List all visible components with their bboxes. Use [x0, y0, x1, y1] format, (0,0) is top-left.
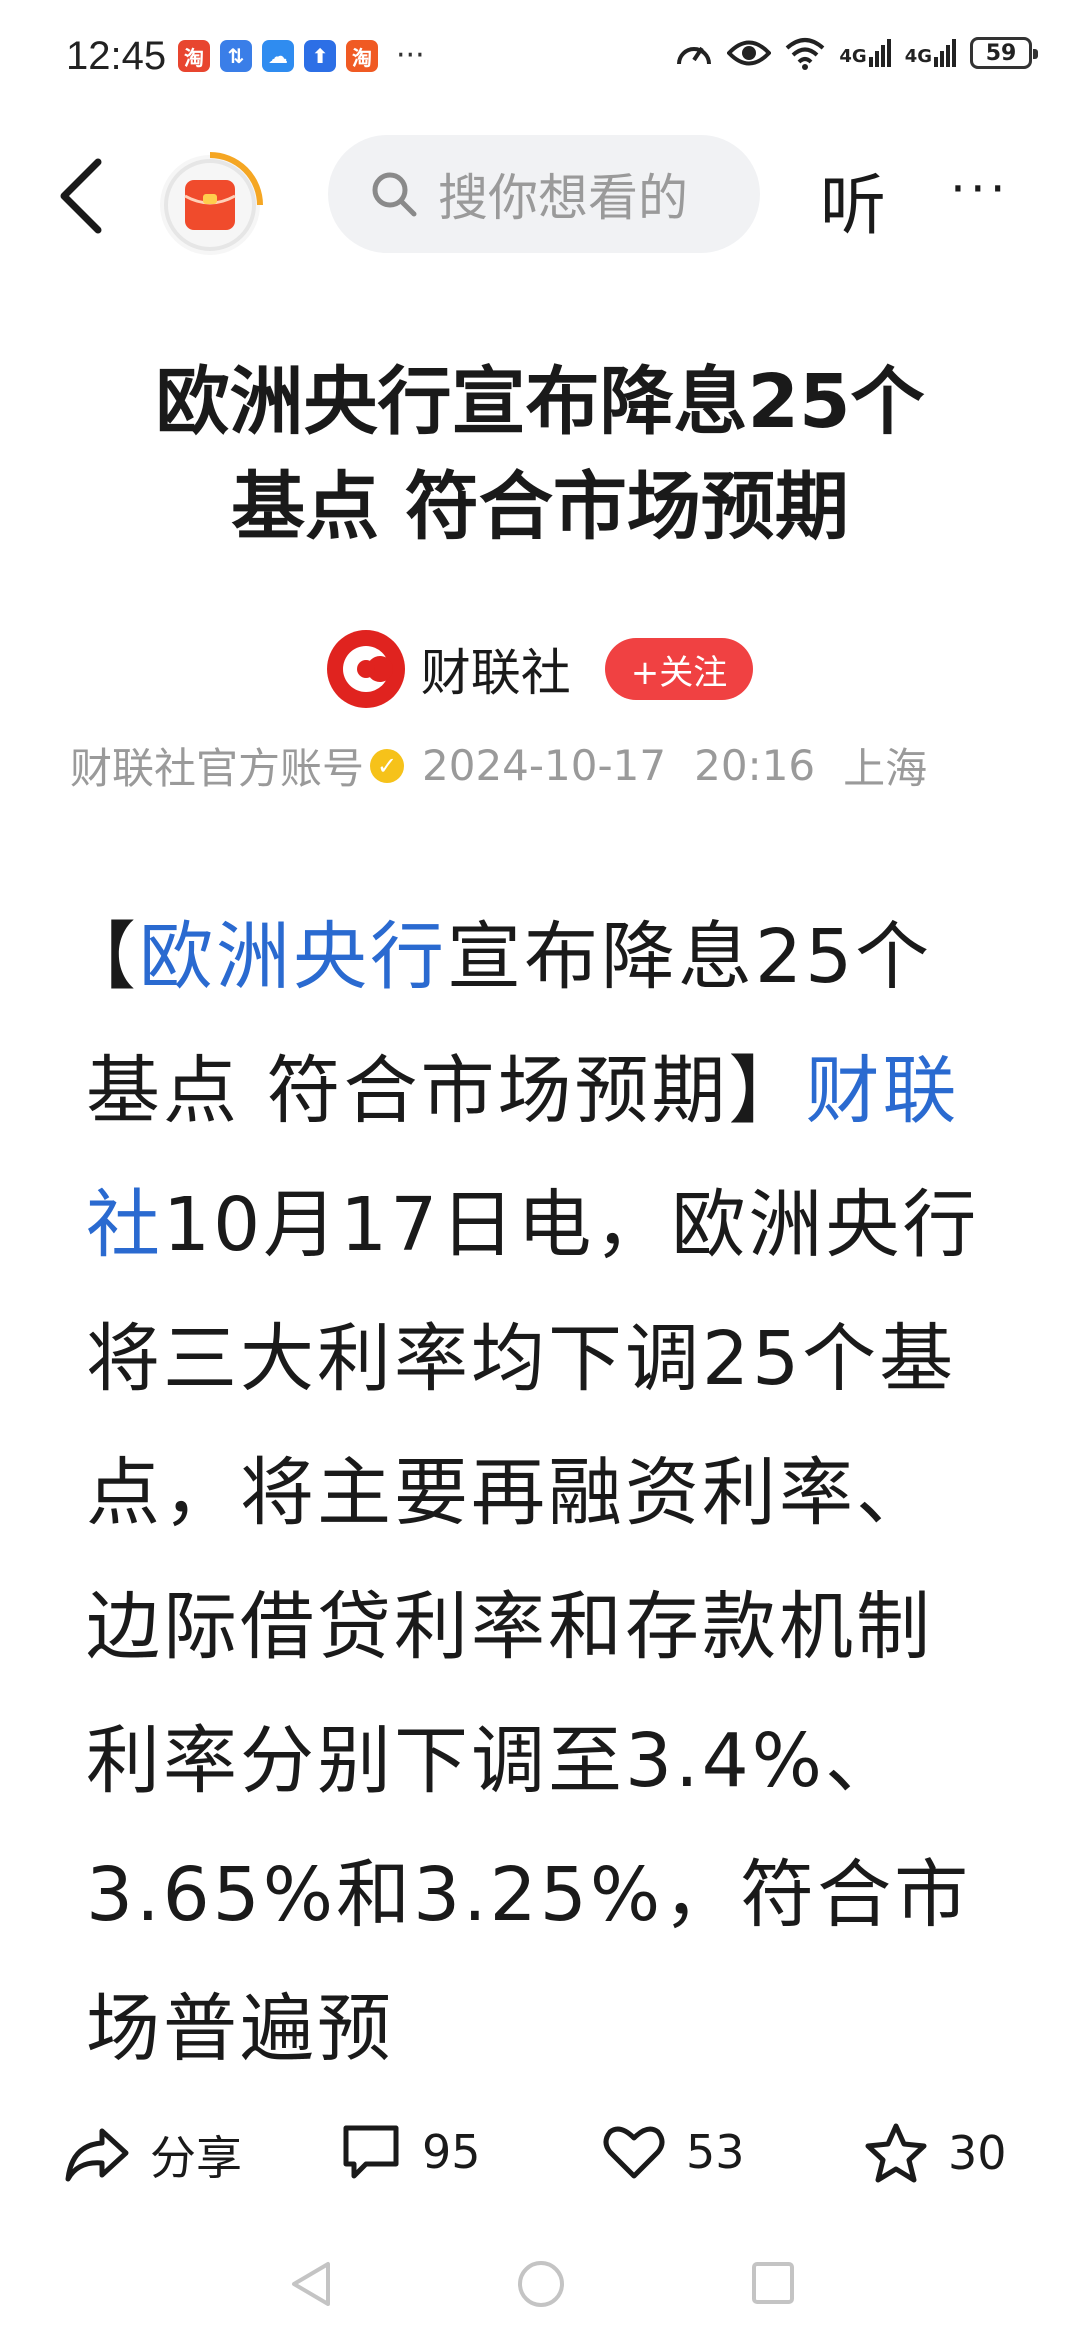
search-placeholder: 搜你想看的: [438, 169, 688, 227]
favorite-button[interactable]: 30: [864, 2122, 1007, 2184]
square-recents-icon: [752, 2262, 794, 2304]
signal-icon-1: 4G: [839, 39, 891, 67]
red-packet-button[interactable]: [155, 150, 265, 260]
system-home-button[interactable]: [515, 2258, 567, 2314]
author-name[interactable]: 财联社: [421, 633, 571, 705]
topic-link-ecb[interactable]: 欧洲央行: [139, 914, 447, 1000]
taobao-icon: 淘: [346, 40, 378, 72]
favorite-count: 30: [948, 2126, 1007, 2180]
status-more-icon: ···: [396, 38, 425, 73]
publish-date: 2024-10-17: [422, 741, 667, 790]
network-type-1: 4G: [839, 46, 867, 67]
battery-level: 59: [985, 40, 1017, 66]
listen-button[interactable]: 听: [820, 152, 886, 248]
comment-count: 95: [422, 2125, 481, 2179]
status-indicators: 4G 4G 59: [675, 36, 1038, 70]
signal-icon-2: 4G: [905, 39, 956, 67]
more-options-button[interactable]: ···: [950, 160, 1010, 218]
account-label: 财联社官方账号: [70, 744, 365, 793]
system-back-button[interactable]: [286, 2258, 336, 2314]
system-nav-bar: [0, 2240, 1080, 2340]
network-type-2: 4G: [904, 46, 932, 67]
follow-button[interactable]: +关注: [604, 638, 754, 700]
comment-icon: [343, 2125, 399, 2179]
status-app-icons: 淘 ⇅ ☁ ⬆ 淘 ···: [178, 40, 425, 72]
body-paragraph: 【欧洲央行宣布降息25个基点 符合市场预期】财联社10月17日电，欧洲央行将三大…: [62, 890, 1006, 2096]
search-icon: [372, 172, 417, 217]
publish-location: 上海: [843, 744, 928, 793]
verified-icon: ✓: [370, 748, 405, 783]
speed-gauge-icon: [677, 46, 712, 65]
title-line-2: 基点 符合市场预期: [231, 464, 849, 550]
share-icon: [65, 2128, 129, 2182]
action-bar: 分享 95 53 30: [0, 2110, 1080, 2210]
share-label: 分享: [150, 2131, 242, 2185]
status-bar: 12:45 淘 ⇅ ☁ ⬆ 淘 ··· 4G 4G 59: [0, 0, 1080, 120]
article-body: 【欧洲央行宣布降息25个基点 符合市场预期】财联社10月17日电，欧洲央行将三大…: [62, 890, 1006, 2096]
share-button[interactable]: 分享: [64, 2122, 242, 2188]
nav-bar: 搜你想看的 听 ···: [0, 130, 1080, 260]
red-packet-icon: [160, 152, 263, 255]
triangle-back-icon: [292, 2262, 330, 2306]
like-button[interactable]: 53: [602, 2122, 745, 2182]
status-time: 12:45: [66, 34, 167, 78]
body-text: 10月17日电，欧洲央行将三大利率均下调25个基点，将主要再融资利率、边际借贷利…: [86, 1182, 980, 2072]
open-bracket: 【: [62, 914, 139, 1000]
wifi-icon: [786, 38, 825, 70]
transfer-app-icon: ⇅: [220, 40, 252, 72]
author-row: 财联社 +关注: [0, 630, 1080, 708]
like-count: 53: [686, 2125, 745, 2179]
article-meta: 财联社官方账号 ✓ 2024-10-17 20:16 上海: [70, 735, 927, 796]
cloud-app-icon: ☁: [262, 40, 294, 72]
back-arrow-icon: [60, 158, 102, 234]
search-input[interactable]: 搜你想看的: [328, 135, 760, 253]
battery-icon: 59: [970, 37, 1038, 69]
circle-home-icon: [518, 2261, 564, 2307]
article-title: 欧洲央行宣布降息25个 基点 符合市场预期: [60, 350, 1020, 560]
comment-button[interactable]: 95: [340, 2122, 481, 2182]
heart-icon: [603, 2126, 665, 2179]
taobao-special-icon: 淘: [178, 40, 210, 72]
author-logo-icon[interactable]: [326, 630, 405, 708]
system-recents-button[interactable]: [748, 2258, 798, 2312]
eye-icon: [727, 40, 772, 66]
star-icon: [865, 2123, 927, 2183]
publish-time: 20:16: [694, 741, 816, 790]
upload-app-icon: ⬆: [304, 40, 336, 72]
title-line-1: 欧洲央行宣布降息25个: [155, 359, 925, 445]
back-button[interactable]: [48, 150, 118, 240]
